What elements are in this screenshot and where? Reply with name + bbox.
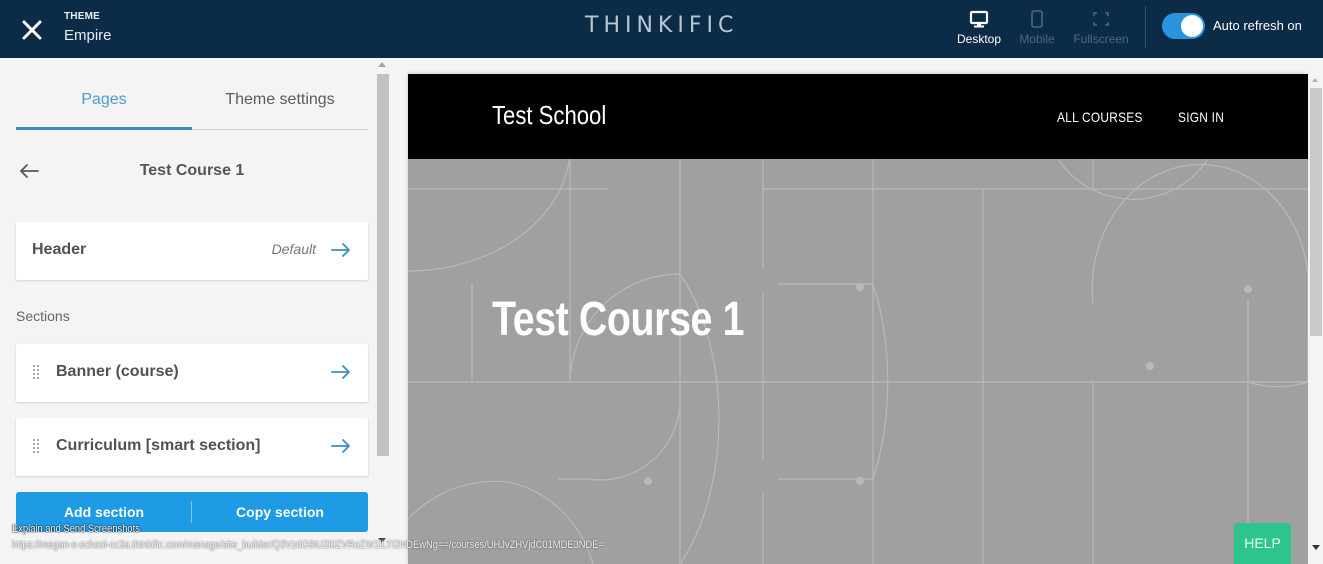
panel-tabs: Pages Theme settings — [16, 74, 368, 130]
page-header-row: Test Course 1 — [16, 154, 368, 190]
view-desktop-label: Desktop — [956, 32, 1002, 46]
header-card[interactable]: Header Default — [16, 222, 368, 280]
tab-pages[interactable]: Pages — [16, 74, 192, 130]
arrow-right-icon — [331, 439, 350, 453]
site-header: Test School ALL COURSES SIGN IN — [408, 74, 1308, 159]
panel-scrollbar-thumb[interactable] — [377, 74, 389, 456]
copy-section-button[interactable]: Copy section — [192, 492, 368, 532]
nav-all-courses[interactable]: ALL COURSES — [1057, 109, 1143, 125]
site-preview: Test School ALL COURSES SIGN IN Test Cou… — [408, 74, 1308, 564]
header-card-meta: Default — [271, 241, 316, 257]
sidebar-panel: Pages Theme settings Test Course 1 Heade… — [0, 58, 376, 564]
preview-scroll-down-icon[interactable] — [1312, 545, 1320, 550]
arrow-right-icon — [331, 243, 350, 257]
section-card-curriculum[interactable]: Curriculum [smart section] — [16, 418, 368, 476]
auto-refresh-toggle[interactable] — [1162, 13, 1205, 39]
header-card-label: Header — [32, 241, 87, 258]
sections-heading: Sections — [16, 308, 70, 324]
arrow-right-icon — [331, 365, 350, 379]
close-icon — [22, 20, 42, 40]
close-button[interactable] — [18, 16, 46, 44]
site-name-link[interactable]: Test School — [492, 100, 606, 131]
preview-scrollbar-thumb[interactable] — [1310, 88, 1322, 336]
drag-handle-icon[interactable] — [32, 438, 40, 454]
drag-handle-icon[interactable] — [32, 364, 40, 380]
auto-refresh-label: Auto refresh on — [1213, 18, 1302, 33]
nav-sign-in[interactable]: SIGN IN — [1178, 109, 1224, 125]
section-card-banner[interactable]: Banner (course) — [16, 344, 368, 402]
hero-background-pattern — [408, 159, 1308, 564]
view-mobile-label: Mobile — [1019, 32, 1055, 46]
top-bar: THEME Empire THINKIFIC Desktop Mobile Fu… — [0, 0, 1323, 58]
view-fullscreen-label: Fullscreen — [1073, 32, 1129, 46]
view-fullscreen-button[interactable]: Fullscreen — [1071, 8, 1131, 50]
status-url: https://megan-s-school-cc3a.thinkific.co… — [12, 539, 604, 551]
view-desktop-button[interactable]: Desktop — [949, 8, 1009, 50]
theme-name: Empire — [64, 27, 112, 44]
section-label: Curriculum [smart section] — [56, 437, 261, 454]
brand-logo: THINKIFIC — [585, 13, 739, 38]
desktop-icon — [969, 10, 989, 28]
screenshot-overlay-title: Explain and Send Screenshots — [12, 523, 140, 535]
preview-scroll-up-icon[interactable] — [1312, 78, 1318, 82]
mobile-icon — [1031, 10, 1043, 28]
page-title: Test Course 1 — [139, 162, 245, 179]
hero-title: Test Course 1 — [492, 293, 745, 346]
theme-label: THEME — [64, 11, 100, 22]
back-arrow-icon[interactable] — [18, 162, 40, 180]
view-mobile-button[interactable]: Mobile — [1007, 8, 1067, 50]
help-button[interactable]: HELP — [1234, 523, 1291, 564]
toggle-knob — [1181, 15, 1203, 37]
topbar-divider — [1145, 6, 1146, 48]
fullscreen-icon — [1093, 12, 1109, 26]
section-label: Banner (course) — [56, 363, 179, 380]
tab-theme-settings[interactable]: Theme settings — [192, 74, 368, 130]
panel-scroll-up-icon[interactable] — [378, 62, 386, 67]
